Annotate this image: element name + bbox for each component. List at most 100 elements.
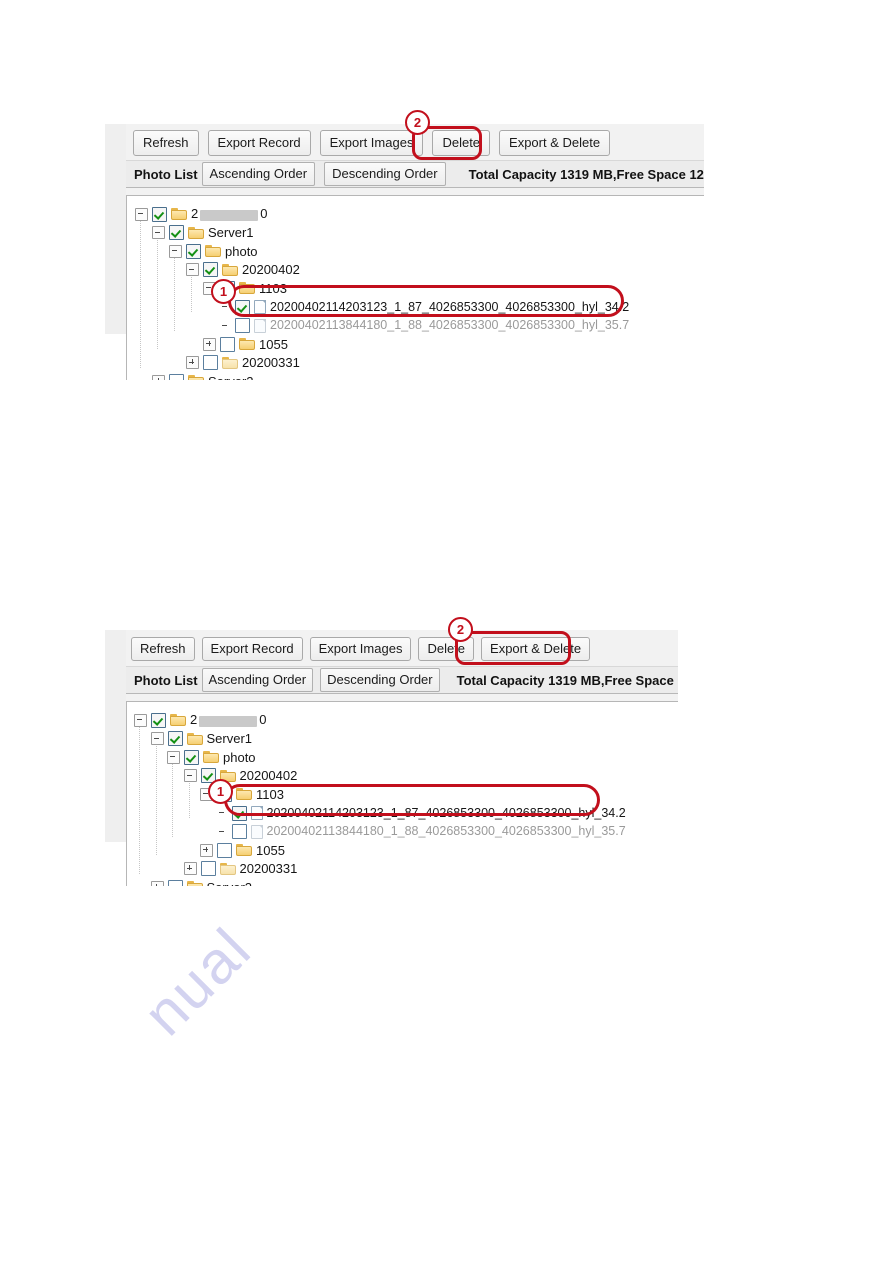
descending-order-button[interactable]: Descending Order bbox=[324, 162, 446, 186]
collapse-minus-icon[interactable] bbox=[167, 750, 180, 764]
tree-node-root[interactable]: 20 bbox=[135, 205, 267, 223]
tree-node-label: 20200331 bbox=[242, 355, 300, 371]
tree-node-checkbox[interactable] bbox=[200, 861, 216, 877]
tree-node-server2[interactable]: Server2 bbox=[150, 878, 252, 886]
tree-node-root[interactable]: 20 bbox=[134, 711, 266, 729]
tree-node-server1[interactable]: Server1 bbox=[150, 730, 252, 748]
tree-node-photo[interactable]: photo bbox=[169, 242, 258, 260]
tree-node-file-2[interactable]: 20200402113844180_1_88_4026853300_402685… bbox=[220, 317, 629, 335]
export-and-delete-button[interactable]: Export & Delete bbox=[499, 130, 611, 156]
tree-node-file-1[interactable]: 20200402114203123_1_87_4026853300_402685… bbox=[220, 298, 629, 316]
collapse-minus-icon[interactable] bbox=[186, 263, 199, 277]
tree-node-label: 20200402 bbox=[239, 768, 298, 784]
panel-1-left-shadow bbox=[105, 124, 127, 334]
tree-node-checkbox[interactable] bbox=[235, 318, 250, 334]
collapse-minus-icon[interactable] bbox=[152, 226, 165, 240]
tree-node-checkbox[interactable] bbox=[167, 731, 183, 747]
ascending-order-button[interactable]: Ascending Order bbox=[201, 162, 316, 186]
annotation-marker-1-panel-1: 1 bbox=[211, 279, 236, 304]
tree-node-label: 20200331 bbox=[239, 861, 298, 877]
expand-plus-icon[interactable] bbox=[186, 356, 199, 370]
descending-order-button[interactable]: Descending Order bbox=[320, 668, 440, 692]
expand-plus-icon[interactable] bbox=[200, 843, 213, 857]
tree-node-checkbox[interactable] bbox=[217, 842, 232, 858]
capacity-status-text: Total Capacity 1319 MB,Free Space 1273 M… bbox=[456, 672, 678, 688]
collapse-minus-icon[interactable] bbox=[183, 769, 197, 783]
tree-node-label: 20200402114203123_1_87_4026853300_402685… bbox=[266, 805, 626, 820]
tree-node-checkbox[interactable] bbox=[231, 805, 247, 821]
export-images-button[interactable]: Export Images bbox=[319, 130, 424, 156]
tree-node-label: 20200402114203123_1_87_4026853300_402685… bbox=[270, 299, 630, 314]
tree-node-checkbox[interactable] bbox=[184, 749, 199, 765]
collapse-minus-icon[interactable] bbox=[150, 732, 164, 746]
tree-node-label: 20 bbox=[190, 712, 267, 728]
refresh-button[interactable]: Refresh bbox=[133, 130, 199, 156]
panel-2-subbar: Photo List Ascending Order Descending Or… bbox=[126, 666, 678, 694]
file-icon bbox=[254, 318, 266, 333]
folder-icon bbox=[186, 732, 203, 745]
tree-node-server1[interactable]: Server1 bbox=[152, 224, 254, 242]
photo-list-label: Photo List bbox=[134, 166, 198, 182]
tree-node-checkbox[interactable] bbox=[203, 262, 218, 278]
refresh-button[interactable]: Refresh bbox=[131, 637, 195, 661]
tree-node-checkbox[interactable] bbox=[220, 336, 235, 352]
file-icon bbox=[250, 824, 263, 839]
export-and-delete-button[interactable]: Export & Delete bbox=[481, 637, 591, 661]
folder-icon bbox=[188, 226, 204, 239]
tree-node-20200331[interactable]: 20200331 bbox=[186, 354, 300, 372]
screenshot-panel-1: Refresh Export Record Export Images Dele… bbox=[126, 124, 704, 380]
panel-1-subbar: Photo List Ascending Order Descending Or… bbox=[126, 160, 704, 188]
tree-node-checkbox[interactable] bbox=[151, 712, 166, 728]
expand-plus-icon[interactable] bbox=[150, 880, 164, 886]
panel-2-left-shadow bbox=[105, 630, 127, 842]
tree-spacer bbox=[217, 826, 228, 837]
annotation-marker-2-panel-1: 2 bbox=[405, 110, 430, 135]
tree-spacer bbox=[217, 808, 228, 819]
expand-plus-icon[interactable] bbox=[203, 337, 216, 351]
tree-node-label: photo bbox=[223, 749, 256, 765]
tree-guide-line bbox=[191, 274, 192, 312]
tree-node-label: 20200402113844180_1_88_4026853300_402685… bbox=[270, 318, 630, 333]
file-icon bbox=[254, 300, 266, 314]
tree-node-photo[interactable]: photo bbox=[167, 748, 256, 766]
collapse-minus-icon[interactable] bbox=[169, 244, 182, 258]
tree-node-checkbox[interactable] bbox=[203, 355, 218, 371]
collapse-minus-icon[interactable] bbox=[134, 713, 147, 727]
tree-node-20200402[interactable]: 20200402 bbox=[186, 261, 300, 279]
expand-plus-icon[interactable] bbox=[152, 374, 165, 380]
folder-icon bbox=[170, 714, 186, 726]
tree-node-checkbox[interactable] bbox=[186, 243, 201, 259]
tree-node-checkbox[interactable] bbox=[169, 225, 184, 241]
export-images-button[interactable]: Export Images bbox=[309, 637, 412, 661]
tree-node-checkbox[interactable] bbox=[167, 879, 183, 886]
folder-icon bbox=[203, 751, 219, 764]
tree-node-server2[interactable]: Server2 bbox=[152, 372, 254, 380]
tree-guide-line bbox=[155, 743, 157, 856]
tree-node-1055[interactable]: 1055 bbox=[203, 335, 288, 353]
tree-node-file-2[interactable]: 20200402113844180_1_88_4026853300_402685… bbox=[217, 823, 626, 841]
folder-icon bbox=[239, 338, 255, 351]
tree-node-file-1[interactable]: 20200402114203123_1_87_4026853300_402685… bbox=[217, 804, 626, 822]
tree-node-checkbox[interactable] bbox=[231, 824, 247, 840]
tree-node-1055[interactable]: 1055 bbox=[200, 841, 285, 859]
tree-node-20200402[interactable]: 20200402 bbox=[183, 767, 298, 785]
folder-icon bbox=[186, 881, 203, 886]
folder-icon bbox=[222, 263, 238, 276]
tree-guide-line bbox=[139, 725, 140, 874]
folder-icon bbox=[236, 844, 252, 857]
tree-node-20200331[interactable]: 20200331 bbox=[183, 860, 298, 878]
tree-node-checkbox[interactable] bbox=[169, 373, 184, 380]
tree-guide-line bbox=[174, 256, 175, 331]
tree-node-checkbox[interactable] bbox=[235, 299, 250, 315]
tree-node-checkbox[interactable] bbox=[152, 206, 167, 222]
export-record-button[interactable]: Export Record bbox=[201, 637, 303, 661]
collapse-minus-icon[interactable] bbox=[135, 207, 148, 221]
export-record-button[interactable]: Export Record bbox=[207, 130, 311, 156]
ascending-order-button[interactable]: Ascending Order bbox=[201, 668, 314, 692]
delete-button[interactable]: Delete bbox=[432, 130, 491, 156]
tree-node-label: 1103 bbox=[256, 786, 284, 802]
tree-node-label: Server1 bbox=[208, 225, 254, 241]
file-icon bbox=[250, 806, 263, 820]
tree-node-label: photo bbox=[225, 243, 258, 259]
expand-plus-icon[interactable] bbox=[183, 862, 197, 876]
